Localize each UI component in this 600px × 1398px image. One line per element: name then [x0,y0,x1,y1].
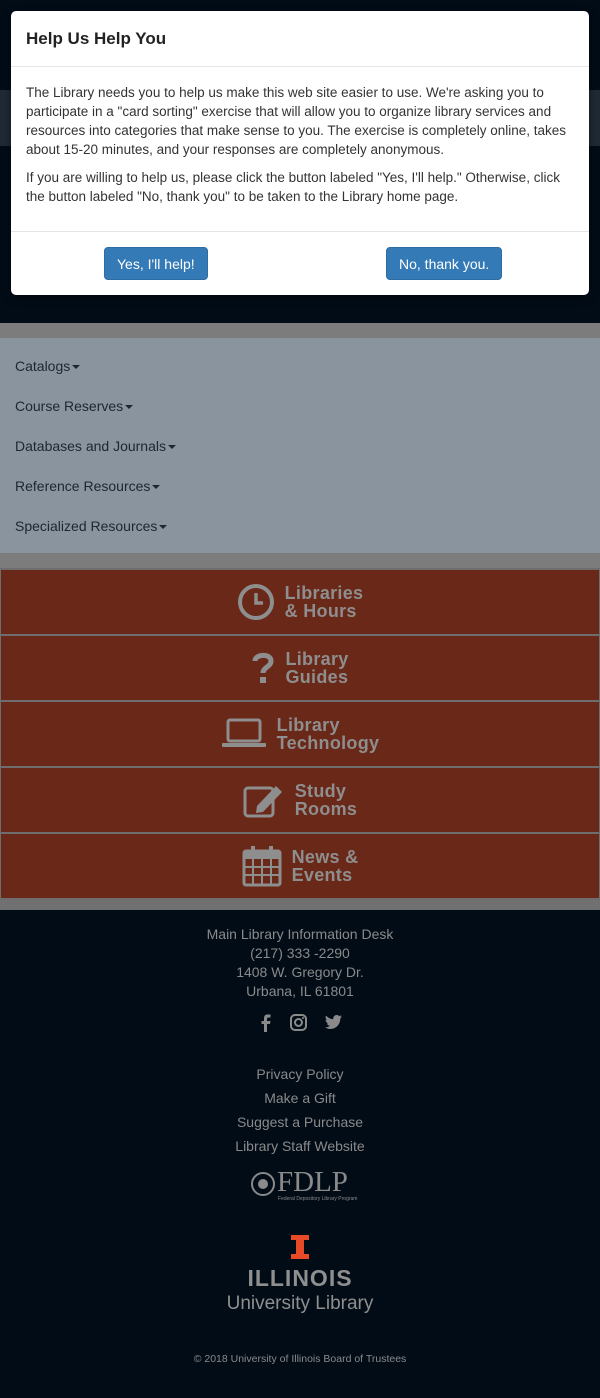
nav-item-label: Specialized Resources [15,518,158,534]
modal-title: Help Us Help You [26,29,167,48]
nav-item-label: Catalogs [15,358,71,374]
section-divider [0,553,600,568]
laptop-icon [221,718,266,747]
resource-nav: Catalogs Course Reserves Databases and J… [0,338,600,553]
nav-item-label: Reference Resources [15,478,151,494]
nav-item-databases-journals[interactable]: Databases and Journals [15,438,176,454]
fdlp-subtitle: Federal Depository Library Program [278,1196,358,1202]
illinois-block-i-notch-right [304,1240,309,1254]
nav-item-course-reserves[interactable]: Course Reserves [15,398,134,414]
yes-help-button[interactable]: Yes, I'll help! [104,247,208,280]
caret-down-icon [72,365,81,370]
fdlp-logo[interactable]: FDLP Federal Depository Library Program [250,1166,357,1204]
instagram-icon[interactable] [289,1014,307,1037]
privacy-policy-link[interactable]: Privacy Policy [0,1066,600,1082]
quick-links: Libraries & Hours Library Guides Library Te… [0,568,600,900]
card-sorting-modal: Help Us Help You The Library needs you t… [11,11,589,295]
nav-item-label: Databases and Journals [15,438,166,454]
info-desk-phone: (217) 333 -2290 [250,945,350,961]
tile-libraries-hours[interactable]: Libraries & Hours [1,570,599,634]
question-icon [252,652,274,683]
calendar-icon [242,846,282,887]
fdlp-seal-icon [251,1172,275,1196]
fdlp-wordmark: FDLP [277,1166,348,1198]
caret-down-icon [152,485,161,490]
nav-item-label: Course Reserves [15,398,124,414]
modal-paragraph: The Library needs you to help us make th… [26,85,567,157]
illinois-wordmark: ILLINOIS [247,1265,353,1291]
caret-down-icon [125,405,134,410]
copyright: © 2018 University of Illinois Board of T… [193,1353,407,1365]
tile-news-events[interactable]: News & Events [1,834,599,898]
no-thanks-button[interactable]: No, thank you. [386,247,503,280]
university-library-wordmark: University Library [226,1293,374,1314]
info-desk-title: Main Library Information Desk [206,926,394,942]
clock-icon [237,584,274,620]
facebook-icon[interactable] [258,1014,272,1037]
caret-down-icon [168,445,176,450]
info-desk-street: 1408 W. Gregory Dr. [236,964,364,980]
tile-study-rooms[interactable]: Study Rooms [1,768,599,832]
make-a-gift-link[interactable]: Make a Gift [0,1090,600,1106]
tile-library-technology[interactable]: Library Technology [1,702,599,766]
tile-label: Library Technology [276,715,380,753]
nav-item-specialized-resources[interactable]: Specialized Resources [15,518,168,534]
section-divider [0,323,600,338]
modal-body: The Library needs you to help us make th… [11,67,589,232]
modal-header: Help Us Help You [11,11,589,67]
modal-paragraph: If you are willing to help us, please cl… [26,170,560,204]
nav-item-reference-resources[interactable]: Reference Resources [15,478,161,494]
tile-label: Library Guides [285,649,349,687]
nav-item-catalogs[interactable]: Catalogs [15,358,81,374]
staff-website-link[interactable]: Library Staff Website [0,1138,600,1154]
social-links [0,1014,600,1037]
tile-library-guides[interactable]: Library Guides [1,636,599,700]
twitter-icon[interactable] [324,1014,343,1037]
edit-icon [243,786,282,818]
tile-label: Study Rooms [294,781,358,819]
tile-label: News & Events [291,847,359,885]
illinois-block-i-notch-left [291,1240,296,1254]
info-desk-city: Urbana, IL 61801 [246,983,354,999]
tile-label: Libraries & Hours [284,583,364,621]
caret-down-icon [159,525,168,530]
suggest-purchase-link[interactable]: Suggest a Purchase [0,1114,600,1130]
